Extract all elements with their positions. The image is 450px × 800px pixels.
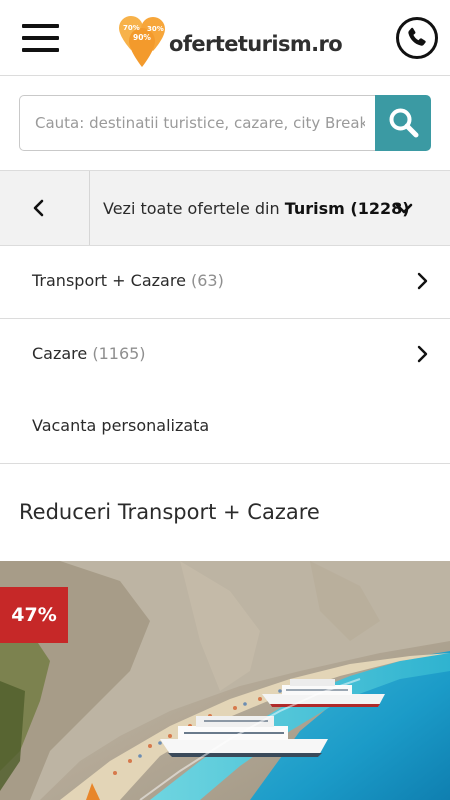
chevron-right-icon — [417, 345, 428, 363]
subcategory-vacanta-personalizata[interactable]: Vacanta personalizata — [0, 391, 450, 464]
search-button[interactable] — [375, 95, 431, 151]
promo-offer-card[interactable]: 47% — [0, 561, 450, 800]
search-icon — [389, 108, 419, 138]
search-bar — [19, 95, 431, 151]
subcategory-count: (63) — [191, 271, 224, 290]
category-bar: Vezi toate ofertele din Turism (1228) — [0, 170, 450, 246]
section-title: Reduceri Transport + Cazare — [19, 500, 320, 524]
subcategory-count: (1165) — [92, 344, 146, 363]
site-logo[interactable]: 70% 30% 90% oferteturism.ro — [117, 14, 343, 68]
logo-text: oferteturism.ro — [169, 32, 343, 56]
hamburger-menu-icon[interactable] — [22, 22, 60, 54]
discount-badge: 47% — [0, 587, 68, 643]
search-input[interactable] — [19, 95, 377, 151]
subcategory-transport-cazare[interactable]: Transport + Cazare (63) — [0, 246, 450, 319]
subcategory-label: Vacanta personalizata — [32, 416, 210, 435]
chevron-right-icon — [417, 272, 428, 290]
app-header: 70% 30% 90% oferteturism.ro — [0, 0, 450, 76]
subcategory-cazare[interactable]: Cazare (1165) — [0, 319, 450, 392]
back-button[interactable] — [0, 171, 90, 245]
pin-label: 30% — [147, 25, 164, 33]
subcategory-label: Cazare (1165) — [32, 344, 146, 363]
chevron-down-icon — [395, 203, 413, 214]
phone-icon[interactable] — [396, 17, 438, 59]
category-dropdown-label: Vezi toate ofertele din Turism (1228) — [103, 199, 410, 218]
chevron-left-icon — [33, 199, 44, 217]
location-pins-icon: 70% 30% 90% — [119, 16, 165, 67]
pin-label: 90% — [133, 33, 151, 42]
category-name: Turism (1228) — [284, 199, 410, 218]
pin-label: 70% — [123, 24, 140, 32]
subcategory-label: Transport + Cazare (63) — [32, 271, 224, 290]
category-dropdown[interactable]: Vezi toate ofertele din Turism (1228) — [90, 171, 450, 245]
